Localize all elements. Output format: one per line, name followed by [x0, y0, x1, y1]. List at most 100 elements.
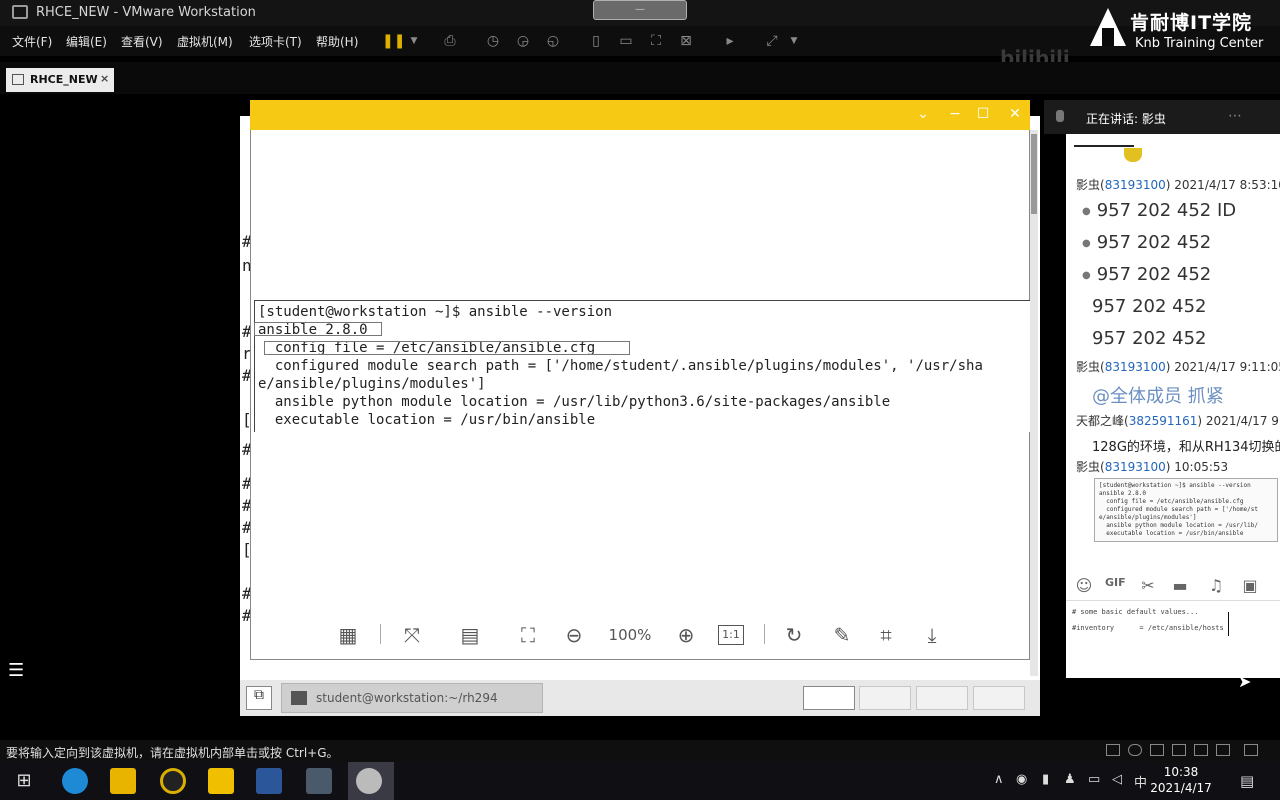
vm-tab-icon: [12, 74, 24, 85]
chat-message: ● 957 202 452 ID: [1082, 200, 1237, 221]
speaking-bar: 正在讲话: 影虫 ⋯: [1044, 100, 1280, 134]
hdd-icon[interactable]: [1106, 744, 1120, 756]
terminal-icon: [291, 691, 307, 705]
app-icon[interactable]: [306, 768, 332, 794]
chat-meta: 影虫(83193100) 10:05:53: [1076, 460, 1229, 474]
screenshot-icon[interactable]: ✂: [1138, 576, 1158, 595]
clock-time: 10:38: [1163, 765, 1199, 779]
highlight-box: [254, 322, 382, 336]
stretch-dropdown-icon[interactable]: ▼: [784, 32, 804, 50]
workspace-2[interactable]: [859, 686, 911, 710]
text-cursor: [1228, 612, 1229, 636]
emoji-icon[interactable]: ☺: [1074, 576, 1094, 595]
terminal-line: ansible python module location = /usr/li…: [258, 394, 891, 410]
chat-message: ● 957 202 452: [1082, 264, 1212, 285]
menu-vm[interactable]: 虚拟机(M): [177, 33, 233, 50]
media-player-icon[interactable]: [160, 768, 186, 794]
show-library-icon[interactable]: ▯: [586, 32, 606, 50]
zoom-out-icon[interactable]: ⊖: [562, 622, 586, 648]
snapshot-icon[interactable]: ◷: [483, 32, 503, 50]
tab-rhce-new[interactable]: RHCE_NEW ×: [6, 68, 114, 92]
viewer-scroll-thumb[interactable]: [1031, 134, 1037, 214]
unity-icon[interactable]: ⊠: [676, 32, 696, 50]
chat-mention: @全体成员 抓紧: [1092, 386, 1224, 407]
folder-icon[interactable]: ▬: [1170, 576, 1190, 595]
menu-icon[interactable]: ☰: [8, 660, 24, 681]
guest-task-terminal[interactable]: student@workstation:~/rh294: [281, 683, 543, 713]
guest-task-label: student@workstation:~/rh294: [316, 691, 498, 705]
chat-message: 957 202 452: [1092, 328, 1207, 349]
chat-image-thumbnail[interactable]: [student@workstation ~]$ ansible --versi…: [1094, 478, 1278, 542]
chat-meta: 影虫(83193100) 2021/4/17 8:53:10: [1076, 178, 1280, 192]
tray-app-icon[interactable]: ♟: [1064, 772, 1076, 787]
rotate-icon[interactable]: ↻: [782, 622, 806, 648]
close-tab-icon[interactable]: ×: [100, 72, 109, 85]
ocr-icon[interactable]: ▤: [458, 622, 482, 648]
message-icon[interactable]: [1244, 744, 1258, 756]
viewer-title-bar[interactable]: [250, 100, 1030, 130]
fullscreen-icon[interactable]: ⛶: [646, 32, 666, 50]
app-icon[interactable]: [208, 768, 234, 794]
edit-icon[interactable]: ✎: [830, 622, 854, 648]
word-icon[interactable]: [256, 768, 282, 794]
thumbnail-icon[interactable]: ▭: [616, 32, 636, 50]
pause-dropdown-icon[interactable]: ▼: [404, 32, 424, 50]
usb-icon[interactable]: [1172, 744, 1186, 756]
input-line: # some basic default values...: [1072, 608, 1199, 616]
network-icon[interactable]: [1150, 744, 1164, 756]
console-view-icon[interactable]: ▸: [720, 32, 740, 50]
workspace-4[interactable]: [973, 686, 1025, 710]
stretch-icon[interactable]: ⤢: [762, 32, 782, 50]
top-drop-handle[interactable]: —: [593, 0, 687, 20]
notification-icon[interactable]: ▤: [1240, 772, 1254, 790]
sound-icon[interactable]: [1194, 744, 1208, 756]
zoom-in-icon[interactable]: ⊕: [674, 622, 698, 648]
display-icon[interactable]: [1216, 744, 1230, 756]
tray-expand-icon[interactable]: ∧: [994, 772, 1004, 787]
fullscreen-view-icon[interactable]: ⛶: [516, 622, 540, 648]
minimize-icon[interactable]: −: [946, 106, 964, 122]
file-explorer-icon[interactable]: [110, 768, 136, 794]
send-ctrl-alt-del-icon[interactable]: ⎙: [440, 32, 460, 50]
tray-app-icon[interactable]: ◉: [1016, 772, 1027, 787]
logo-name: 肯耐博IT学院: [1130, 12, 1253, 34]
workspace-3[interactable]: [916, 686, 968, 710]
music-icon[interactable]: ♫: [1206, 576, 1226, 595]
cd-icon[interactable]: [1128, 744, 1142, 756]
crop-icon[interactable]: ⌗: [874, 622, 898, 648]
menu-help[interactable]: 帮助(H): [316, 33, 358, 50]
image-icon[interactable]: ▣: [1240, 576, 1260, 595]
menu-file[interactable]: 文件(F): [12, 33, 52, 50]
edge-icon[interactable]: [62, 768, 88, 794]
chat-controls-icon[interactable]: ⋯: [1228, 108, 1242, 124]
clock[interactable]: 10:38 2021/4/17: [1150, 764, 1212, 796]
snapshot-manager-icon[interactable]: ◵: [543, 32, 563, 50]
actual-size-button[interactable]: 1:1: [718, 625, 744, 645]
viewer-dropdown-icon[interactable]: ⌄: [914, 106, 932, 122]
mouse-pointer-icon: ➤: [1238, 672, 1252, 691]
input-line: #inventory = /etc/ansible/hosts: [1072, 624, 1224, 632]
download-icon[interactable]: ⤓: [920, 622, 944, 648]
tray-mic-icon[interactable]: ▮: [1042, 772, 1049, 787]
gif-icon[interactable]: GIF: [1105, 576, 1126, 589]
fit-window-icon[interactable]: ⤧: [400, 622, 424, 648]
menu-edit[interactable]: 编辑(E): [66, 33, 107, 50]
close-icon[interactable]: ✕: [1006, 106, 1024, 122]
thumbnails-icon[interactable]: ▦: [336, 622, 360, 648]
windows-start-icon[interactable]: ⊞: [10, 768, 38, 794]
app-icon[interactable]: [356, 768, 382, 794]
revert-snapshot-icon[interactable]: ◶: [513, 32, 533, 50]
maximize-icon[interactable]: ☐: [974, 106, 992, 122]
highlight-box: [264, 341, 630, 355]
pause-icon[interactable]: ❚❚: [382, 32, 405, 50]
tray-network-icon[interactable]: ▭: [1088, 772, 1100, 787]
workspace-1[interactable]: [803, 686, 855, 710]
ime-indicator[interactable]: 中: [1134, 772, 1147, 791]
terminal-line: [student@workstation ~]$ ansible --versi…: [258, 304, 613, 320]
menu-view[interactable]: 查看(V): [121, 33, 163, 50]
clock-date: 2021/4/17: [1150, 781, 1212, 795]
guest-show-desktop-icon[interactable]: ⧉: [246, 686, 272, 710]
mic-icon: [1056, 110, 1064, 122]
menu-tabs[interactable]: 选项卡(T): [249, 33, 302, 50]
tray-volume-icon[interactable]: ◁: [1112, 772, 1122, 787]
